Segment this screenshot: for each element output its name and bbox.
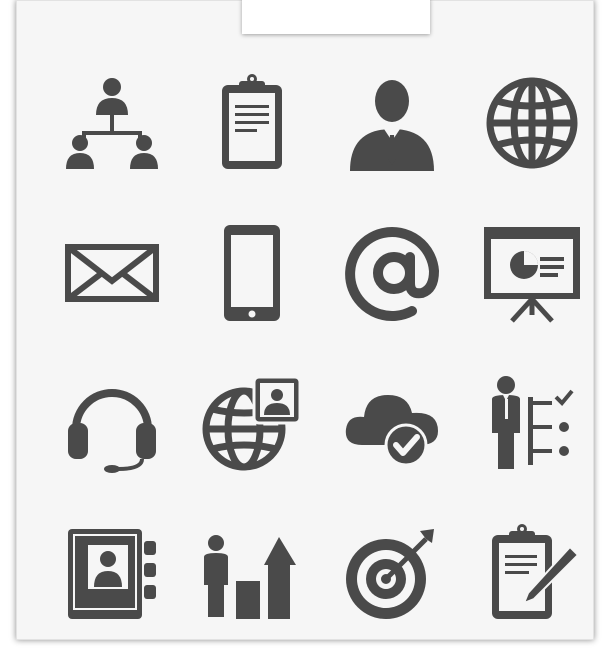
businessman-icon <box>322 48 462 198</box>
at-sign-icon <box>322 198 462 348</box>
clipboard-icon <box>182 48 322 198</box>
clipboard-edit-icon <box>462 498 602 648</box>
icon-sheet <box>16 0 594 640</box>
smartphone-icon <box>182 198 322 348</box>
paper-tab <box>242 0 430 34</box>
address-book-icon <box>42 498 182 648</box>
envelope-icon <box>42 198 182 348</box>
presentation-board-icon <box>462 198 602 348</box>
headset-icon <box>42 348 182 498</box>
businessman-checklist-icon <box>462 348 602 498</box>
target-arrow-icon <box>322 498 462 648</box>
org-chart-icon <box>42 48 182 198</box>
globe-icon <box>462 48 602 198</box>
cloud-check-icon <box>322 348 462 498</box>
global-contact-icon <box>182 348 322 498</box>
icon-grid <box>42 48 602 648</box>
growth-chart-icon <box>182 498 322 648</box>
